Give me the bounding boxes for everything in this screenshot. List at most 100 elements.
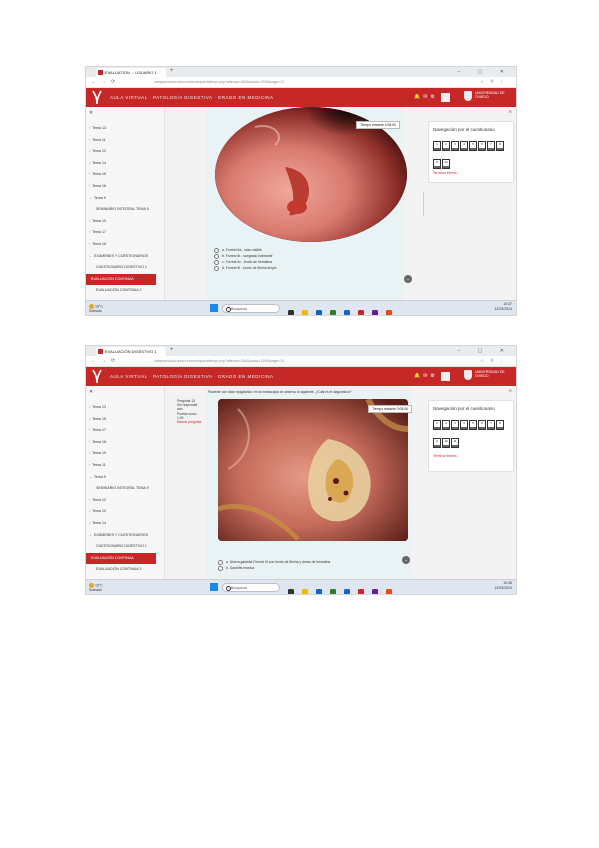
chrome-icon[interactable] — [329, 309, 336, 315]
sidebar-item[interactable]: › Tema 16 — [86, 181, 164, 193]
answer-option[interactable]: b. Gastritis erosiva — [218, 565, 330, 571]
store-icon[interactable] — [343, 309, 350, 315]
finish-attempt-link[interactable]: Terminar intento... — [433, 454, 459, 458]
site-logo-icon[interactable] — [91, 90, 103, 105]
sidebar-item[interactable]: › Tema 13 — [86, 123, 164, 135]
question-nav-button[interactable]: 4 — [460, 420, 468, 430]
question-nav-button[interactable]: 7 — [487, 141, 495, 151]
sidebar-item[interactable]: › Tema 19 — [86, 448, 164, 460]
sidebar-item[interactable]: › Tema 11 — [86, 135, 164, 147]
task-view-icon[interactable] — [287, 588, 294, 594]
file-explorer-icon[interactable] — [301, 588, 308, 594]
radio-button[interactable] — [214, 265, 219, 271]
sidebar-item[interactable]: › Tema 14 — [86, 518, 164, 530]
weather-widget[interactable]: 16°C Soleado — [89, 583, 103, 592]
university-brand[interactable]: UNIVERSIDAD DE OVIEDO — [464, 370, 514, 380]
question-nav-button[interactable]: 10 — [442, 159, 450, 169]
sidebar-item[interactable]: › Tema 10 — [86, 216, 164, 228]
radio-button[interactable] — [214, 253, 219, 259]
question-nav-button[interactable]: 9 — [433, 438, 441, 448]
edge-icon[interactable] — [315, 309, 322, 315]
new-tab-icon[interactable]: + — [170, 347, 174, 353]
sidebar-item[interactable]: CUESTIONARIO DIGESTIVO 1 — [86, 541, 164, 553]
question-nav-button[interactable]: 11 — [451, 438, 459, 448]
sidebar-close-icon[interactable]: ✕ — [89, 110, 93, 116]
question-nav-button[interactable]: 10 — [442, 438, 450, 448]
scroll-down-icon[interactable]: ⌄ — [402, 556, 410, 564]
drawer-close-icon[interactable]: ✕ — [509, 388, 512, 393]
sidebar-item[interactable]: ⌄ Tema 9 — [86, 193, 164, 205]
nav-buttons[interactable]: ←→⟳ — [91, 77, 120, 87]
sidebar-item[interactable]: › Tema 18 — [86, 437, 164, 449]
avatar[interactable] — [441, 93, 450, 102]
sidebar-item[interactable]: › Tema 13 — [86, 402, 164, 414]
sidebar-item[interactable]: ⌄ EXÁMENES Y CUESTIONARIOS — [86, 530, 164, 542]
sidebar-item[interactable]: ⌄ Tema 9 — [86, 472, 164, 484]
window-controls[interactable]: – ▢ ✕ — [458, 67, 512, 77]
chrome-icon[interactable] — [329, 588, 336, 594]
question-nav-button[interactable]: 2 — [442, 141, 450, 151]
header-icons[interactable]: 🔔✉⚙ — [414, 88, 438, 107]
question-nav-button[interactable]: 4 — [460, 141, 468, 151]
question-nav-button[interactable]: 6 — [478, 420, 486, 430]
edge-icon[interactable] — [315, 588, 322, 594]
sidebar-close-icon[interactable]: ✕ — [89, 389, 93, 395]
sidebar-item[interactable]: › Tema 14 — [86, 158, 164, 170]
window-controls[interactable]: – ▢ ✕ — [458, 346, 512, 356]
url-field[interactable]: campusvirtual.uniovi.es/mod/quiz/attempt… — [154, 358, 404, 364]
sidebar-item[interactable]: › Tema 15 — [86, 169, 164, 181]
office-icon[interactable] — [358, 588, 365, 594]
question-nav-button[interactable]: 3 — [451, 141, 459, 151]
app-icon[interactable] — [386, 309, 393, 315]
page-scrollbar[interactable] — [422, 192, 424, 216]
teams-icon[interactable] — [372, 588, 379, 594]
question-nav-button[interactable]: 3 — [451, 420, 459, 430]
sidebar-item[interactable]: › Tema 10 — [86, 506, 164, 518]
question-nav-button[interactable]: 1 — [433, 141, 441, 151]
question-nav-button[interactable]: 8 — [496, 420, 504, 430]
teams-icon[interactable] — [372, 309, 379, 315]
system-tray[interactable]: 10:37 12/03/2024 — [494, 302, 512, 311]
drawer-close-icon[interactable]: ✕ — [509, 109, 512, 114]
answer-option[interactable]: d. Forrest III - fondo de fibrina limpio — [214, 265, 276, 271]
scroll-down-icon[interactable]: ⌄ — [404, 275, 412, 283]
app-icon[interactable] — [386, 588, 393, 594]
university-brand[interactable]: UNIVERSIDAD DE OVIEDO — [464, 91, 514, 101]
browser-tab[interactable]: EVALUACIÓN DIGESTIVO 1 — [96, 347, 166, 356]
sidebar-item[interactable]: EVALUACIÓN CONTINUA — [86, 552, 156, 565]
sidebar-item[interactable]: › Tema 11 — [86, 460, 164, 472]
weather-widget[interactable]: 16°C Soleado — [89, 304, 103, 313]
question-nav-button[interactable]: 6 — [478, 141, 486, 151]
sidebar-item[interactable]: EVALUACIÓN CONTINUA 2 — [86, 285, 164, 297]
site-logo-icon[interactable] — [91, 369, 103, 384]
avatar[interactable] — [441, 372, 450, 381]
browser-toolbar-icons[interactable]: ☆⚲⋮ — [480, 77, 510, 87]
question-nav-button[interactable]: 9 — [433, 159, 441, 169]
sidebar-item[interactable]: CUESTIONARIO DIGESTIVO 1 — [86, 262, 164, 274]
question-nav-button[interactable]: 1 — [433, 420, 441, 430]
office-icon[interactable] — [358, 309, 365, 315]
new-tab-icon[interactable]: + — [170, 68, 174, 74]
sidebar-item[interactable]: › Tema 17 — [86, 425, 164, 437]
finish-attempt-link[interactable]: Terminar intento... — [433, 171, 459, 175]
radio-button[interactable] — [218, 565, 223, 571]
radio-button[interactable] — [214, 247, 219, 253]
question-nav-button[interactable]: 5 — [469, 420, 477, 430]
flag-question-link[interactable]: Marcar pregunta — [177, 420, 203, 424]
store-icon[interactable] — [343, 588, 350, 594]
sidebar-item[interactable]: › Tema 12 — [86, 495, 164, 507]
question-nav-button[interactable]: 2 — [442, 420, 450, 430]
question-nav-button[interactable]: 7 — [487, 420, 495, 430]
sidebar-item[interactable]: EVALUACIÓN CONTINUA 2 — [86, 564, 164, 576]
radio-button[interactable] — [214, 259, 219, 265]
question-nav-button[interactable]: 5 — [469, 141, 477, 151]
sidebar-item[interactable]: › Tema 17 — [86, 227, 164, 239]
windows-start-icon[interactable] — [210, 304, 218, 312]
windows-start-icon[interactable] — [210, 583, 218, 591]
header-icons[interactable]: 🔔✉⚙ — [414, 367, 438, 386]
file-explorer-icon[interactable] — [301, 309, 308, 315]
browser-tab[interactable]: EVALUATION ... USUARIO 1 — [96, 68, 166, 77]
task-view-icon[interactable] — [287, 309, 294, 315]
nav-buttons[interactable]: ←→⟳ — [91, 356, 120, 366]
sidebar-item[interactable]: › Tema 12 — [86, 146, 164, 158]
